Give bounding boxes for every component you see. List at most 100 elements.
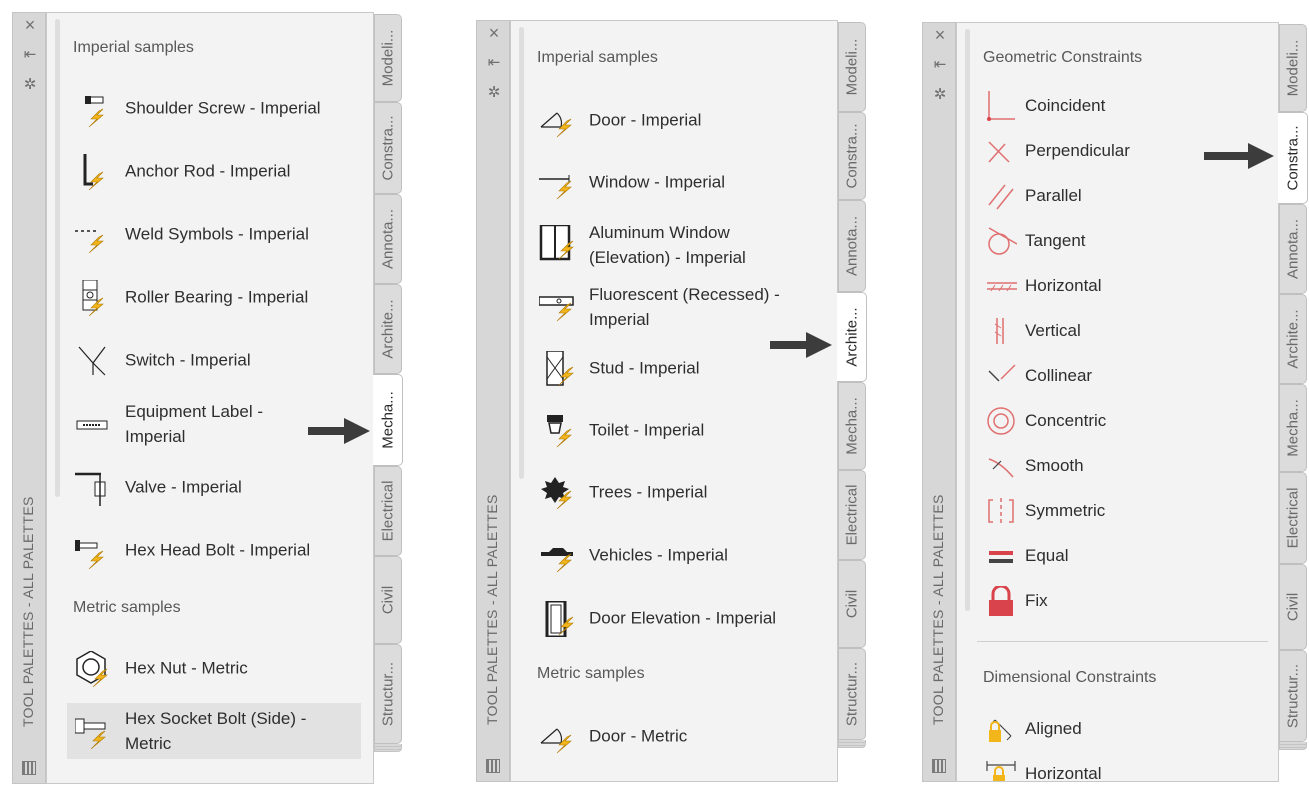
tab-civil[interactable]: Civil	[838, 560, 866, 648]
tool-shoulder-screw[interactable]: Shoulder Screw - Imperial	[67, 83, 361, 133]
constraint-fix[interactable]: Fix	[985, 583, 1266, 619]
constraint-vertical[interactable]: Vertical	[985, 313, 1266, 349]
tab-structural[interactable]: Structur...	[374, 644, 402, 744]
tool-label: Hex Head Bolt - Imperial	[125, 540, 311, 560]
tab-modeling[interactable]: Modeli...	[374, 14, 402, 102]
tab-label: Electrical	[379, 480, 397, 542]
tool-fluorescent[interactable]: Fluorescent (Recessed) - Imperial	[531, 279, 825, 335]
scrollbar[interactable]	[519, 27, 524, 479]
constraint-label: Coincident	[1025, 96, 1106, 115]
equipment-label-icon	[76, 420, 108, 430]
tool-toilet[interactable]: Toilet - Imperial	[531, 405, 825, 455]
dimension-aligned[interactable]: Aligned	[985, 711, 1266, 747]
tab-annotation[interactable]: Annota...	[374, 194, 402, 284]
tab-constraints[interactable]: Constra...	[838, 112, 866, 200]
constraint-symmetric[interactable]: Symmetric	[985, 493, 1266, 529]
tool-valve[interactable]: Valve - Imperial	[67, 462, 361, 512]
tab-architectural[interactable]: Archite...	[374, 284, 402, 374]
close-icon[interactable]: ×	[13, 16, 47, 34]
tab-electrical[interactable]: Electrical	[1279, 472, 1307, 564]
constraint-label: Fix	[1025, 591, 1048, 610]
tool-door-elevation[interactable]: Door Elevation - Imperial	[531, 593, 825, 643]
tool-window[interactable]: Window - Imperial	[531, 157, 825, 207]
tool-hex-nut[interactable]: Hex Nut - Metric	[67, 643, 361, 693]
tool-hex-socket-bolt[interactable]: Hex Socket Bolt (Side) - Metric	[67, 703, 361, 759]
section-header: Metric samples	[537, 665, 645, 682]
symmetric-icon	[988, 498, 1014, 524]
constraint-concentric[interactable]: Concentric	[985, 403, 1266, 439]
tool-label: Toilet - Imperial	[589, 420, 705, 440]
vertical-icon	[994, 318, 1004, 344]
constraint-parallel[interactable]: Parallel	[985, 178, 1266, 214]
close-icon[interactable]: ×	[477, 24, 511, 42]
tab-annotation[interactable]: Annota...	[1279, 204, 1307, 294]
palette-title-bar[interactable]: × ⇤ ✲ TOOL PALETTES - ALL PALETTES	[922, 22, 956, 782]
tab-label: Civil	[379, 585, 397, 615]
tool-trees[interactable]: Trees - Imperial	[531, 467, 825, 517]
door-icon	[540, 112, 572, 138]
tool-label: Shoulder Screw - Imperial	[125, 98, 321, 118]
tool-door[interactable]: Door - Imperial	[531, 95, 825, 145]
tab-mechanical[interactable]: Mecha...	[373, 374, 403, 466]
constraint-label: Aligned	[1025, 719, 1082, 738]
tab-civil[interactable]: Civil	[1279, 564, 1307, 650]
close-icon[interactable]: ×	[923, 26, 957, 44]
properties-gear-icon[interactable]: ✲	[477, 85, 511, 101]
tool-switch[interactable]: Switch - Imperial	[67, 335, 361, 385]
palette-title-bar[interactable]: × ⇤ ✲ TOOL PALETTES - ALL PALETTES	[12, 12, 46, 784]
tool-label: Equipment Label - Imperial	[125, 402, 263, 446]
tab-mechanical[interactable]: Mecha...	[838, 382, 866, 470]
tab-architectural[interactable]: Archite...	[837, 292, 867, 382]
constraint-coincident[interactable]: Coincident	[985, 88, 1266, 124]
fix-lock-icon	[989, 586, 1013, 616]
tab-structural[interactable]: Structur...	[1279, 650, 1307, 742]
tool-hex-head-bolt[interactable]: Hex Head Bolt - Imperial	[67, 525, 361, 575]
tab-label: Constra...	[1284, 125, 1301, 191]
scrollbar[interactable]	[965, 29, 970, 611]
properties-gear-icon[interactable]: ✲	[923, 87, 957, 103]
dimension-horizontal[interactable]: Horizontal	[985, 756, 1266, 781]
vehicles-icon	[541, 548, 573, 573]
tool-anchor-rod[interactable]: Anchor Rod - Imperial	[67, 146, 361, 196]
tool-door-metric[interactable]: Door - Metric	[531, 711, 825, 761]
tool-vehicles[interactable]: Vehicles - Imperial	[531, 530, 825, 580]
tool-label: Door - Imperial	[589, 110, 702, 130]
tool-weld-symbols[interactable]: Weld Symbols - Imperial	[67, 209, 361, 259]
section-header: Geometric Constraints	[983, 49, 1143, 66]
tab-structural[interactable]: Structur...	[838, 648, 866, 740]
tab-constraints[interactable]: Constra...	[374, 102, 402, 194]
tab-annotation[interactable]: Annota...	[838, 200, 866, 292]
auto-hide-icon[interactable]: ⇤	[13, 47, 47, 63]
constraint-label: Tangent	[1025, 231, 1086, 250]
tab-electrical[interactable]: Electrical	[838, 470, 866, 560]
tab-label: Mecha...	[1284, 399, 1302, 457]
tab-constraints[interactable]: Constra...	[1278, 112, 1308, 204]
auto-hide-icon[interactable]: ⇤	[477, 55, 511, 71]
constraint-collinear[interactable]: Collinear	[985, 358, 1266, 394]
palette-menu-icon[interactable]	[486, 759, 500, 773]
palette-menu-icon[interactable]	[932, 759, 946, 773]
tool-roller-bearing[interactable]: Roller Bearing - Imperial	[67, 272, 361, 322]
properties-gear-icon[interactable]: ✲	[13, 77, 47, 93]
tab-modeling[interactable]: Modeli...	[1279, 24, 1307, 112]
tab-label: Civil	[843, 589, 861, 619]
scrollbar[interactable]	[55, 19, 60, 497]
palette-menu-icon[interactable]	[22, 761, 36, 775]
constraint-equal[interactable]: Equal	[985, 538, 1266, 574]
tool-palette-constraints: × ⇤ ✲ TOOL PALETTES - ALL PALETTES Geome…	[922, 22, 1309, 782]
tab-label: Modeli...	[843, 38, 861, 96]
constraint-tangent[interactable]: Tangent	[985, 223, 1266, 259]
tab-civil[interactable]: Civil	[374, 556, 402, 644]
tab-architectural[interactable]: Archite...	[1279, 294, 1307, 384]
tool-aluminum-window[interactable]: Aluminum Window (Elevation) - Imperial	[531, 217, 825, 273]
constraint-label: Concentric	[1025, 411, 1107, 430]
palette-title-bar[interactable]: × ⇤ ✲ TOOL PALETTES - ALL PALETTES	[476, 20, 510, 782]
constraint-horizontal[interactable]: Horizontal	[985, 268, 1266, 304]
tab-electrical[interactable]: Electrical	[374, 466, 402, 556]
constraint-label: Horizontal	[1025, 276, 1102, 295]
section-header: Dimensional Constraints	[983, 669, 1157, 686]
auto-hide-icon[interactable]: ⇤	[923, 57, 957, 73]
tab-mechanical[interactable]: Mecha...	[1279, 384, 1307, 472]
constraint-smooth[interactable]: Smooth	[985, 448, 1266, 484]
tab-modeling[interactable]: Modeli...	[838, 22, 866, 112]
